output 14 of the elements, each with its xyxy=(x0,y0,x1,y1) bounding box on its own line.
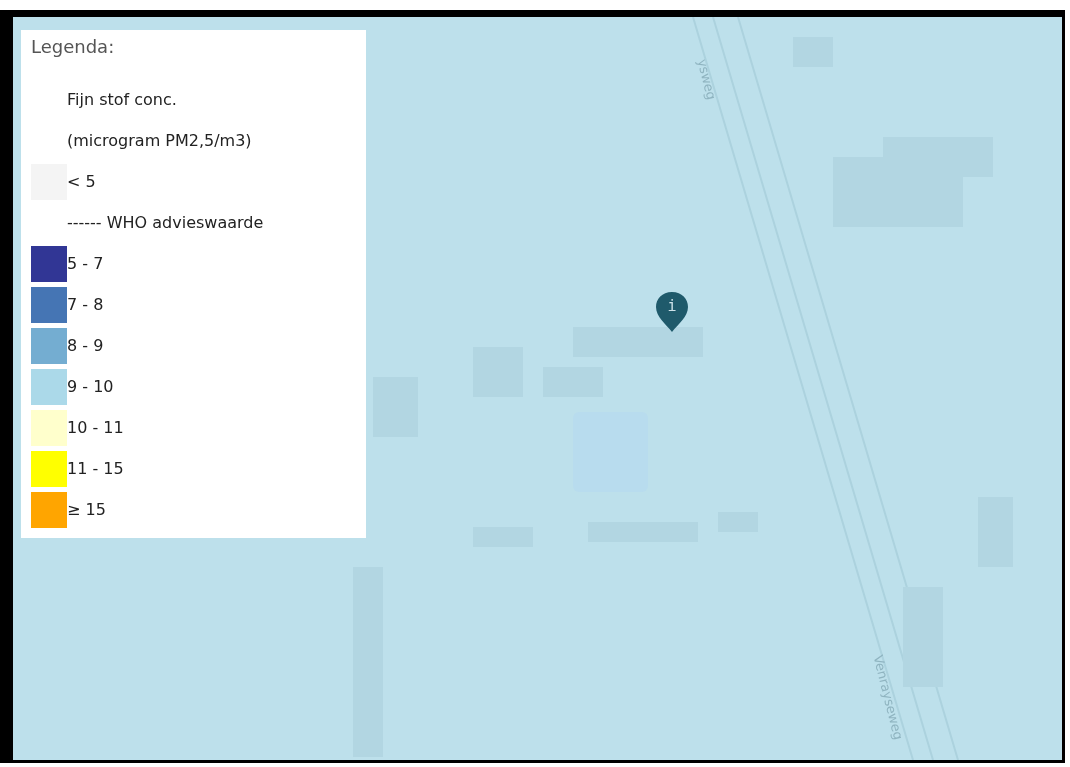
legend-label: 7 - 8 xyxy=(67,294,104,316)
legend-label: Fijn stof conc. xyxy=(67,89,177,111)
legend-label: < 5 xyxy=(67,171,96,193)
legend-title: Legenda: xyxy=(31,35,116,59)
info-marker[interactable]: i xyxy=(654,290,690,334)
legend-label: 5 - 7 xyxy=(67,253,104,275)
legend-label: 9 - 10 xyxy=(67,376,114,398)
legend-label: ≥ 15 xyxy=(67,499,106,521)
legend-label: 8 - 9 xyxy=(67,335,104,357)
marker-glyph: i xyxy=(667,296,677,317)
legend-label: 10 - 11 xyxy=(67,417,124,439)
legend-label: 11 - 15 xyxy=(67,458,124,480)
legend-label: (microgram PM2,5/m3) xyxy=(67,130,252,152)
legend-label: ------ WHO advieswaarde xyxy=(67,212,264,234)
